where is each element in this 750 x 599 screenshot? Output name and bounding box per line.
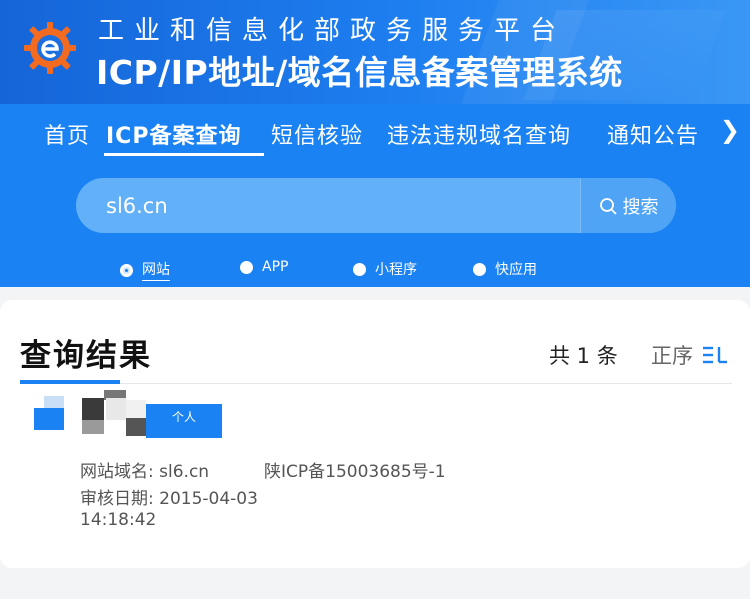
filter-website[interactable]: 网站: [120, 259, 170, 281]
nav-item-sms-verify[interactable]: 短信核验: [271, 118, 363, 150]
date-label: 审核日期:: [80, 489, 154, 509]
filter-label: 小程序: [375, 262, 417, 278]
filter-label: 快应用: [495, 262, 537, 278]
search-button[interactable]: 搜索: [580, 178, 676, 233]
filter-mini-program[interactable]: 小程序: [353, 259, 417, 279]
radio-icon: [240, 260, 253, 274]
filter-label: 网站: [142, 259, 170, 281]
results-title: 查询结果: [20, 338, 152, 374]
radio-selected-icon: [120, 263, 133, 277]
nav-search-area: 首页 ICP备案查询 短信核验 违法违规域名查询 通知公告 ❯ 搜索 网站 AP…: [0, 104, 750, 287]
sort-label: 正序: [651, 344, 693, 368]
page-title: ICP/IP地址/域名信息备案管理系统: [96, 53, 623, 92]
divider: [20, 383, 732, 384]
results-count: 共 1 条: [549, 344, 618, 368]
radio-icon: [353, 262, 366, 276]
nav-item-illegal-domain-query[interactable]: 违法违规域名查询: [387, 118, 571, 150]
nav-item-home[interactable]: 首页: [44, 118, 90, 150]
top-nav: 首页 ICP备案查询 短信核验 违法违规域名查询 通知公告 ❯: [0, 104, 750, 162]
filter-label: APP: [262, 259, 289, 275]
platform-subtitle: 工业和信息化部政务服务平台: [98, 16, 567, 46]
sort-toggle[interactable]: 正序: [651, 340, 729, 370]
search-icon: [599, 197, 616, 214]
search-input[interactable]: [76, 178, 580, 233]
date-value: 2015-04-03: [159, 489, 258, 509]
search-button-label: 搜索: [622, 196, 659, 218]
radio-icon: [473, 262, 486, 276]
icp-number: 陕ICP备15003685号-1: [264, 462, 446, 482]
query-type-filters: 网站 APP 小程序 快应用: [0, 254, 750, 284]
domain-label: 网站域名:: [80, 462, 154, 482]
results-card: 查询结果 共 1 条 正序 个人 网站域名: sl6.cn 陕ICP备15003…: [0, 300, 750, 568]
date-row: 审核日期: 2015-04-03: [80, 484, 258, 509]
header-banner: 工业和信息化部政务服务平台 ICP/IP地址/域名信息备案管理系统: [0, 0, 750, 104]
results-title-underline: [20, 380, 120, 384]
nav-item-icp-query[interactable]: ICP备案查询: [106, 118, 241, 150]
sort-icon: [703, 346, 727, 364]
nav-active-indicator: [104, 153, 264, 156]
domain-row: 网站域名: sl6.cn: [80, 457, 209, 482]
search-box: 搜索: [76, 178, 676, 233]
domain-value: sl6.cn: [159, 462, 210, 482]
filter-quick-app[interactable]: 快应用: [473, 259, 537, 279]
entity-type-badge: 个人: [146, 404, 222, 438]
filter-app[interactable]: APP: [240, 259, 288, 275]
nav-item-notices[interactable]: 通知公告: [607, 118, 699, 150]
miit-logo-icon: [24, 22, 76, 74]
time-value: 14:18:42: [80, 510, 157, 530]
chevron-right-icon[interactable]: ❯: [720, 116, 740, 144]
